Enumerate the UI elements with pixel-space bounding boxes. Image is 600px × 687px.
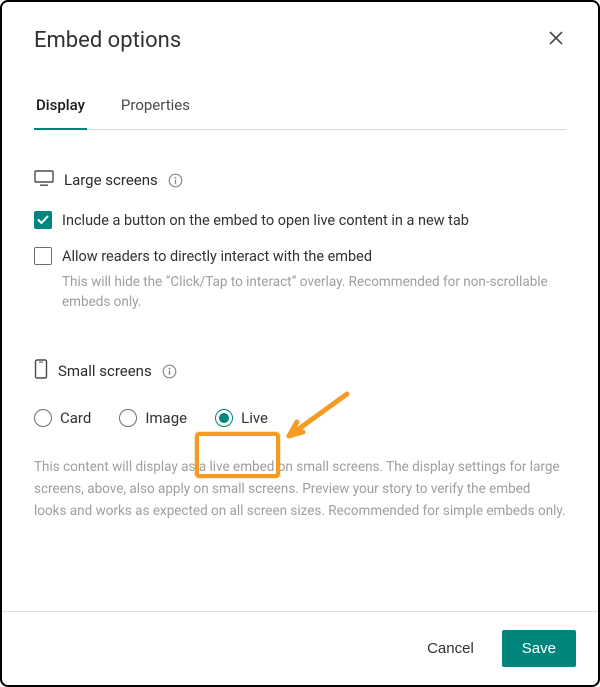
radio-card	[34, 409, 52, 427]
radio-live	[215, 409, 233, 427]
checkbox-row-interact: Allow readers to directly interact with …	[34, 246, 566, 268]
interact-help-text: This will hide the “Click/Tap to interac…	[62, 272, 566, 314]
close-button[interactable]	[546, 28, 566, 51]
dialog-title: Embed options	[34, 28, 181, 53]
dialog-header: Embed options	[34, 28, 566, 53]
cancel-button[interactable]: Cancel	[417, 632, 484, 665]
tab-properties[interactable]: Properties	[119, 96, 192, 130]
radio-item-card[interactable]: Card	[34, 409, 91, 427]
info-icon[interactable]	[168, 173, 183, 188]
checkbox-new-tab[interactable]	[34, 211, 52, 229]
check-icon	[37, 215, 49, 225]
checkbox-interact-label: Allow readers to directly interact with …	[62, 246, 372, 268]
radio-card-label: Card	[60, 409, 91, 427]
tabs: Display Properties	[34, 95, 566, 130]
radio-image-label: Image	[145, 409, 187, 427]
dialog-content: Embed options Display Properties Large s…	[2, 2, 598, 611]
radio-live-label: Live	[241, 409, 268, 427]
small-screen-radio-group: Card Image Live	[34, 409, 566, 427]
close-icon	[548, 30, 564, 46]
phone-icon	[34, 359, 48, 383]
small-screens-heading: Small screens	[34, 359, 566, 383]
small-screens-label: Small screens	[58, 362, 152, 380]
small-screens-description: This content will display as a live embe…	[34, 457, 566, 522]
checkbox-new-tab-label: Include a button on the embed to open li…	[62, 210, 469, 232]
tab-display[interactable]: Display	[34, 96, 87, 130]
checkbox-row-new-tab: Include a button on the embed to open li…	[34, 210, 566, 232]
large-screens-heading: Large screens	[34, 170, 566, 190]
radio-item-image[interactable]: Image	[119, 409, 187, 427]
large-screens-label: Large screens	[64, 171, 158, 189]
dialog-footer: Cancel Save	[2, 611, 598, 685]
save-button[interactable]: Save	[502, 630, 576, 667]
checkbox-interact[interactable]	[34, 247, 52, 265]
radio-image	[119, 409, 137, 427]
info-icon[interactable]	[162, 364, 177, 379]
radio-item-live[interactable]: Live	[215, 409, 268, 427]
monitor-icon	[34, 170, 54, 190]
